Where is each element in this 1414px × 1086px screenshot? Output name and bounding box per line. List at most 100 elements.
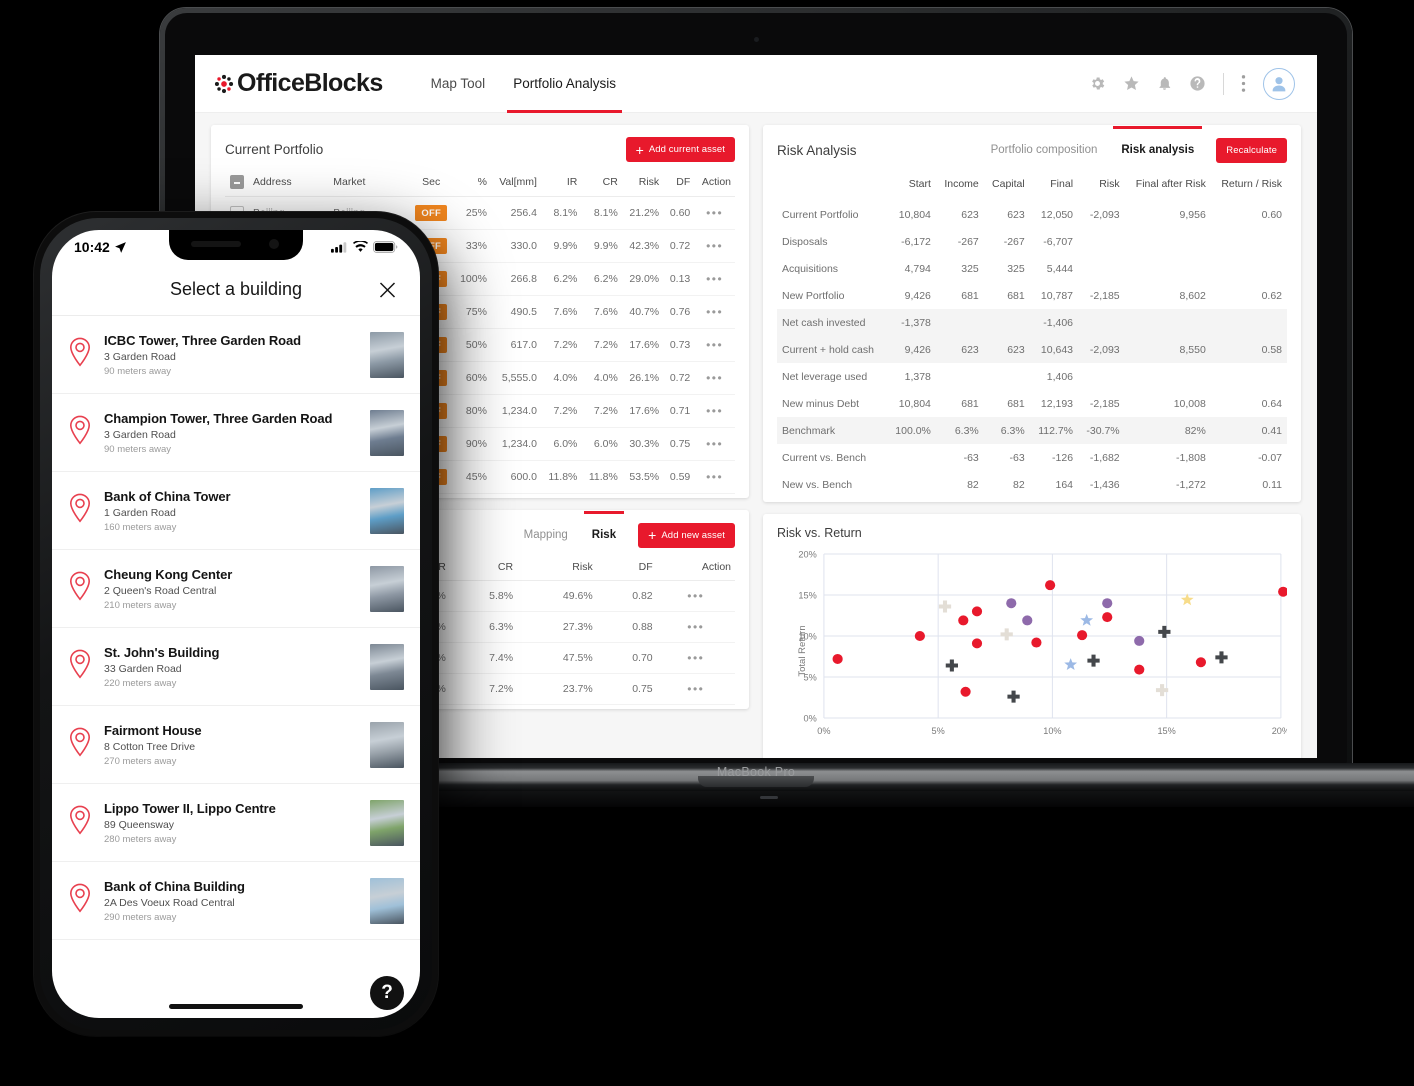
- row-actions-button[interactable]: •••: [694, 295, 735, 329]
- kebab-icon[interactable]: •••: [706, 404, 723, 418]
- kebab-icon[interactable]: •••: [706, 371, 723, 385]
- nav-tab-portfolio-analysis[interactable]: Portfolio Analysis: [499, 55, 630, 113]
- cell-risk: 30.3%: [621, 427, 664, 461]
- kebab-icon[interactable]: •••: [706, 338, 723, 352]
- cell-value: -0.07: [1258, 451, 1282, 464]
- kebab-icon[interactable]: •••: [687, 651, 704, 665]
- list-item[interactable]: Champion Tower, Three Garden Road 3 Garde…: [52, 394, 420, 472]
- select-all-checkbox[interactable]: [230, 175, 245, 189]
- row-actions-button[interactable]: •••: [694, 361, 735, 395]
- kebab-icon[interactable]: •••: [706, 437, 723, 451]
- building-address: 8 Cotton Tree Drive: [104, 740, 196, 753]
- phone-modal-header: Select a building: [52, 264, 420, 316]
- header-divider: [1223, 72, 1224, 95]
- row-actions-button[interactable]: •••: [694, 328, 735, 362]
- list-item[interactable]: St. John's Building 33 Garden Road 220 met…: [52, 628, 420, 706]
- cell-value: 0.58: [1210, 336, 1287, 363]
- row-actions-button[interactable]: •••: [656, 642, 735, 674]
- row-label: New Portfolio: [782, 289, 845, 302]
- cell-cr: 5.8%: [449, 580, 518, 612]
- cell-value: 623: [983, 336, 1030, 363]
- list-item[interactable]: ICBC Tower, Three Garden Road 3 Garden Ro…: [52, 316, 420, 394]
- location-pin-icon: [68, 649, 94, 684]
- gear-icon[interactable]: [1089, 75, 1106, 92]
- cell-pct: 100%: [452, 262, 491, 296]
- cell-ir: 7.2%: [540, 328, 582, 362]
- kebab-icon[interactable]: •••: [687, 682, 704, 696]
- data-point-new-vol: [1215, 651, 1228, 664]
- cell-value: 325: [961, 262, 979, 275]
- x-axis-tick-label: 10%: [1043, 726, 1061, 736]
- nav-tab-map-tool[interactable]: Map Tool: [417, 55, 500, 113]
- recalculate-button[interactable]: Recalculate: [1216, 137, 1287, 163]
- location-pin-icon: [68, 337, 94, 372]
- risk-analysis-table: Start Income Capital Final Risk Final after R…: [777, 169, 1287, 498]
- row-actions-button[interactable]: •••: [694, 262, 735, 296]
- avatar[interactable]: [1263, 67, 1295, 100]
- tab-risk-analysis[interactable]: Risk analysis: [1113, 126, 1203, 163]
- row-actions-button[interactable]: •••: [694, 229, 735, 263]
- row-actions-button[interactable]: •••: [694, 427, 735, 461]
- column-header-return-risk: Return / Risk: [1221, 178, 1282, 190]
- cell-value: -30.7%: [1078, 417, 1125, 444]
- cell-value: [1124, 309, 1211, 336]
- location-pin-icon: [68, 571, 94, 606]
- row-actions-button[interactable]: •••: [656, 580, 735, 612]
- data-point-vol: [1045, 580, 1056, 591]
- building-address: 2A Des Voeux Road Central: [104, 896, 235, 909]
- row-actions-button[interactable]: •••: [656, 673, 735, 705]
- list-item[interactable]: Fairmont House 8 Cotton Tree Drive 270 met…: [52, 706, 420, 784]
- brand-logo[interactable]: OfficeBlocks: [213, 69, 383, 98]
- kebab-icon[interactable]: •••: [706, 206, 723, 220]
- building-info: Lippo Tower II, Lippo Centre 89 Queensway…: [104, 801, 370, 845]
- cell-value: 9,426: [886, 336, 936, 363]
- cell-value: -267: [1003, 235, 1025, 248]
- list-item[interactable]: Lippo Tower II, Lippo Centre 89 Queensway…: [52, 784, 420, 862]
- kebab-icon[interactable]: •••: [687, 589, 704, 603]
- add-current-asset-button[interactable]: + Add current asset: [625, 137, 735, 162]
- building-address: 2 Queen's Road Central: [104, 584, 217, 597]
- kebab-icon[interactable]: •••: [706, 272, 723, 286]
- column-header--: %: [452, 168, 491, 197]
- tab-mapping[interactable]: Mapping: [522, 522, 570, 548]
- location-pin-icon: [68, 805, 94, 840]
- scatter-svg: 0%5%10%15%20%0%5%10%15%20%: [798, 550, 1290, 736]
- chart-title: Risk vs. Return: [777, 526, 862, 540]
- row-actions-button[interactable]: •••: [656, 611, 735, 643]
- kebab-icon[interactable]: •••: [706, 239, 723, 253]
- tab-portfolio-composition[interactable]: Portfolio composition: [989, 137, 1100, 163]
- building-info: Bank of China Tower 1 Garden Road 160 mete…: [104, 489, 370, 533]
- list-item[interactable]: Bank of China Tower 1 Garden Road 160 mete…: [52, 472, 420, 550]
- cell-value: 8,550: [1124, 336, 1211, 363]
- kebab-icon[interactable]: •••: [706, 305, 723, 319]
- cell-cr: 8.1%: [581, 196, 622, 230]
- kebab-icon[interactable]: •••: [706, 470, 723, 484]
- row-actions-button[interactable]: •••: [694, 460, 735, 494]
- column-header-address: Address: [249, 168, 330, 197]
- building-thumbnail: [370, 409, 404, 456]
- table-row: New vs. Bench 82 82 164 -1,436 -1,272 0.11: [777, 471, 1287, 498]
- kebab-menu-icon[interactable]: [1241, 74, 1246, 93]
- help-icon[interactable]: [1189, 75, 1206, 92]
- building-list[interactable]: ICBC Tower, Three Garden Road 3 Garden Ro…: [52, 316, 420, 940]
- close-icon[interactable]: [377, 279, 398, 300]
- building-distance: 160 meters away: [104, 521, 177, 533]
- column-header-df: DF: [663, 168, 695, 197]
- add-new-asset-button[interactable]: + Add new asset: [638, 522, 735, 548]
- row-actions-button[interactable]: •••: [694, 394, 735, 428]
- status-indicators: [331, 241, 398, 253]
- help-badge[interactable]: ?: [370, 976, 404, 1010]
- list-item[interactable]: Bank of China Building 2A Des Voeux Road …: [52, 862, 420, 940]
- star-icon[interactable]: [1123, 75, 1140, 92]
- recalculate-label: Recalculate: [1226, 144, 1277, 156]
- y-axis-tick-label: 0%: [804, 714, 817, 724]
- row-actions-button[interactable]: •••: [694, 196, 735, 230]
- bell-icon[interactable]: [1157, 75, 1172, 92]
- kebab-icon[interactable]: •••: [687, 620, 704, 634]
- phone-modal-title: Select a building: [169, 279, 303, 299]
- tab-risk[interactable]: Risk: [583, 511, 625, 548]
- table-row: New minus Debt 10,804 681 681 12,193 -2,185 10…: [777, 390, 1287, 417]
- building-distance: 210 meters away: [104, 599, 177, 611]
- list-item[interactable]: Cheung Kong Center 2 Queen's Road Central…: [52, 550, 420, 628]
- column-header-risk: Risk: [1099, 178, 1120, 190]
